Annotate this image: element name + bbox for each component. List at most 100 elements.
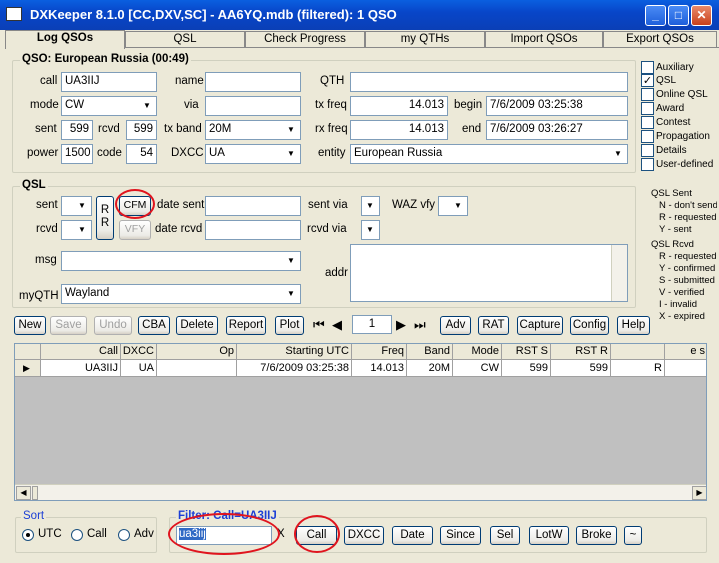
date-rcvd-field[interactable] bbox=[205, 220, 301, 240]
cell-rst-s[interactable]: 599 bbox=[502, 360, 551, 377]
filter-broke-button[interactable]: Broke bbox=[576, 526, 617, 545]
chevron-down-icon[interactable]: ▼ bbox=[610, 146, 626, 162]
chevron-down-icon[interactable]: ▼ bbox=[283, 146, 299, 162]
call-field[interactable]: UA3IIJ bbox=[61, 72, 157, 92]
col-header-starting-utc[interactable]: Starting UTC bbox=[237, 344, 352, 360]
power-field[interactable]: 1500 bbox=[61, 144, 93, 164]
sort-call-radio[interactable] bbox=[71, 529, 83, 541]
msg-select[interactable]: ▼ bbox=[61, 251, 301, 271]
rat-button[interactable]: RAT bbox=[478, 316, 509, 335]
filter-date-button[interactable]: Date bbox=[392, 526, 433, 545]
tx-band-select[interactable]: 20M ▼ bbox=[205, 120, 301, 140]
col-header-rst-r[interactable]: RST R bbox=[551, 344, 611, 360]
auxiliary-checkbox[interactable] bbox=[641, 61, 654, 74]
tab-check-progress[interactable]: Check Progress bbox=[245, 31, 365, 48]
col-header-freq[interactable]: Freq bbox=[352, 344, 407, 360]
filter-sel-button[interactable]: Sel bbox=[490, 526, 520, 545]
new-button[interactable]: New bbox=[14, 316, 46, 335]
tab-log-qsos[interactable]: Log QSOs bbox=[5, 30, 125, 49]
next-record-icon[interactable]: ▶ bbox=[396, 318, 412, 333]
capture-button[interactable]: Capture bbox=[517, 316, 563, 335]
qsl-rcvd-select[interactable]: ▼ bbox=[61, 220, 92, 240]
cell-op[interactable] bbox=[157, 360, 237, 377]
grid-horizontal-scrollbar[interactable]: ◀ ▶ bbox=[15, 484, 706, 500]
chevron-down-icon[interactable]: ▼ bbox=[74, 198, 90, 214]
cell-mode[interactable]: CW bbox=[453, 360, 502, 377]
qsl-sent-select[interactable]: ▼ bbox=[61, 196, 92, 216]
rst-sent-field[interactable]: 599 bbox=[61, 120, 93, 140]
log-grid[interactable]: Call DXCC Op Starting UTC Freq Band Mode… bbox=[14, 343, 707, 501]
filter-lotw-button[interactable]: LotW bbox=[529, 526, 569, 545]
scroll-right-icon[interactable]: ▶ bbox=[692, 486, 706, 500]
col-header-extra[interactable]: e s bbox=[665, 344, 706, 360]
online-qsl-checkbox[interactable] bbox=[641, 88, 654, 101]
first-record-icon[interactable]: ⏮ bbox=[313, 318, 329, 333]
chevron-down-icon[interactable]: ▼ bbox=[74, 222, 90, 238]
scroll-left-icon[interactable]: ◀ bbox=[16, 486, 31, 500]
chevron-down-icon[interactable]: ▼ bbox=[283, 286, 299, 302]
tx-freq-field[interactable]: 14.013 bbox=[350, 96, 448, 116]
via-field[interactable] bbox=[205, 96, 301, 116]
undo-button[interactable]: Undo bbox=[94, 316, 132, 335]
report-button[interactable]: Report bbox=[226, 316, 266, 335]
vfy-button[interactable]: VFY bbox=[119, 220, 151, 240]
col-header-op[interactable]: Op bbox=[157, 344, 237, 360]
tab-export-qsos[interactable]: Export QSOs bbox=[603, 31, 717, 48]
prev-record-icon[interactable]: ◀ bbox=[332, 318, 348, 333]
last-record-icon[interactable]: ⏭ bbox=[414, 318, 430, 333]
cba-button[interactable]: CBA bbox=[138, 316, 170, 335]
filter-since-button[interactable]: Since bbox=[440, 526, 481, 545]
chevron-down-icon[interactable]: ▼ bbox=[283, 253, 299, 269]
award-checkbox[interactable] bbox=[641, 102, 654, 115]
mode-select[interactable]: CW ▼ bbox=[61, 96, 157, 116]
entity-select[interactable]: European Russia ▼ bbox=[350, 144, 628, 164]
addr-scrollbar[interactable] bbox=[611, 245, 627, 301]
rx-freq-field[interactable]: 14.013 bbox=[350, 120, 448, 140]
cell-band[interactable]: 20M bbox=[407, 360, 453, 377]
rr-button[interactable]: R R bbox=[96, 196, 114, 240]
col-header-blank[interactable] bbox=[611, 344, 665, 360]
details-checkbox[interactable] bbox=[641, 144, 654, 157]
qth-field[interactable] bbox=[350, 72, 628, 92]
chevron-down-icon[interactable]: ▼ bbox=[139, 98, 155, 114]
cell-qsl-flag[interactable]: R bbox=[611, 360, 665, 377]
filter-input[interactable]: ua3iij bbox=[176, 526, 272, 545]
end-field[interactable]: 7/6/2009 03:26:27 bbox=[486, 120, 628, 140]
filter-call-button[interactable]: Call bbox=[296, 526, 337, 545]
chevron-down-icon[interactable]: ▼ bbox=[362, 198, 378, 214]
sent-via-select[interactable]: ▼ bbox=[361, 196, 380, 216]
help-button[interactable]: Help bbox=[617, 316, 650, 335]
col-header-rst-s[interactable]: RST S bbox=[502, 344, 551, 360]
chevron-down-icon[interactable]: ▼ bbox=[283, 122, 299, 138]
col-header-mode[interactable]: Mode bbox=[453, 344, 502, 360]
config-button[interactable]: Config bbox=[570, 316, 609, 335]
sort-utc-radio[interactable] bbox=[22, 529, 34, 541]
save-button[interactable]: Save bbox=[50, 316, 87, 335]
maximize-button[interactable]: □ bbox=[668, 5, 689, 26]
date-sent-field[interactable] bbox=[205, 196, 301, 216]
cell-starting-utc[interactable]: 7/6/2009 03:25:38 bbox=[237, 360, 352, 377]
tab-qsl[interactable]: QSL bbox=[125, 31, 245, 48]
contest-checkbox[interactable] bbox=[641, 116, 654, 129]
col-header-call[interactable]: Call bbox=[41, 344, 121, 360]
cfm-button[interactable]: CFM bbox=[119, 196, 151, 216]
chevron-down-icon[interactable]: ▼ bbox=[362, 222, 378, 238]
record-position-field[interactable]: 1 bbox=[352, 315, 392, 334]
row-selector-arrow-icon[interactable]: ▶ bbox=[15, 360, 41, 377]
cell-rst-r[interactable]: 599 bbox=[551, 360, 611, 377]
dxcc-select[interactable]: UA ▼ bbox=[205, 144, 301, 164]
sort-adv-radio[interactable] bbox=[118, 529, 130, 541]
myqth-select[interactable]: Wayland ▼ bbox=[61, 284, 301, 304]
plot-button[interactable]: Plot bbox=[275, 316, 304, 335]
col-header-dxcc[interactable]: DXCC bbox=[121, 344, 157, 360]
qsl-checkbox[interactable]: ✓ bbox=[641, 74, 654, 87]
close-button[interactable]: ✕ bbox=[691, 5, 712, 26]
name-field[interactable] bbox=[205, 72, 301, 92]
delete-button[interactable]: Delete bbox=[176, 316, 218, 335]
adv-button[interactable]: Adv bbox=[440, 316, 471, 335]
cell-dxcc[interactable]: UA bbox=[121, 360, 157, 377]
rcvd-via-select[interactable]: ▼ bbox=[361, 220, 380, 240]
chevron-down-icon[interactable]: ▼ bbox=[450, 198, 466, 214]
filter-tilde-button[interactable]: ~ bbox=[624, 526, 642, 545]
user-defined-checkbox[interactable] bbox=[641, 158, 654, 171]
